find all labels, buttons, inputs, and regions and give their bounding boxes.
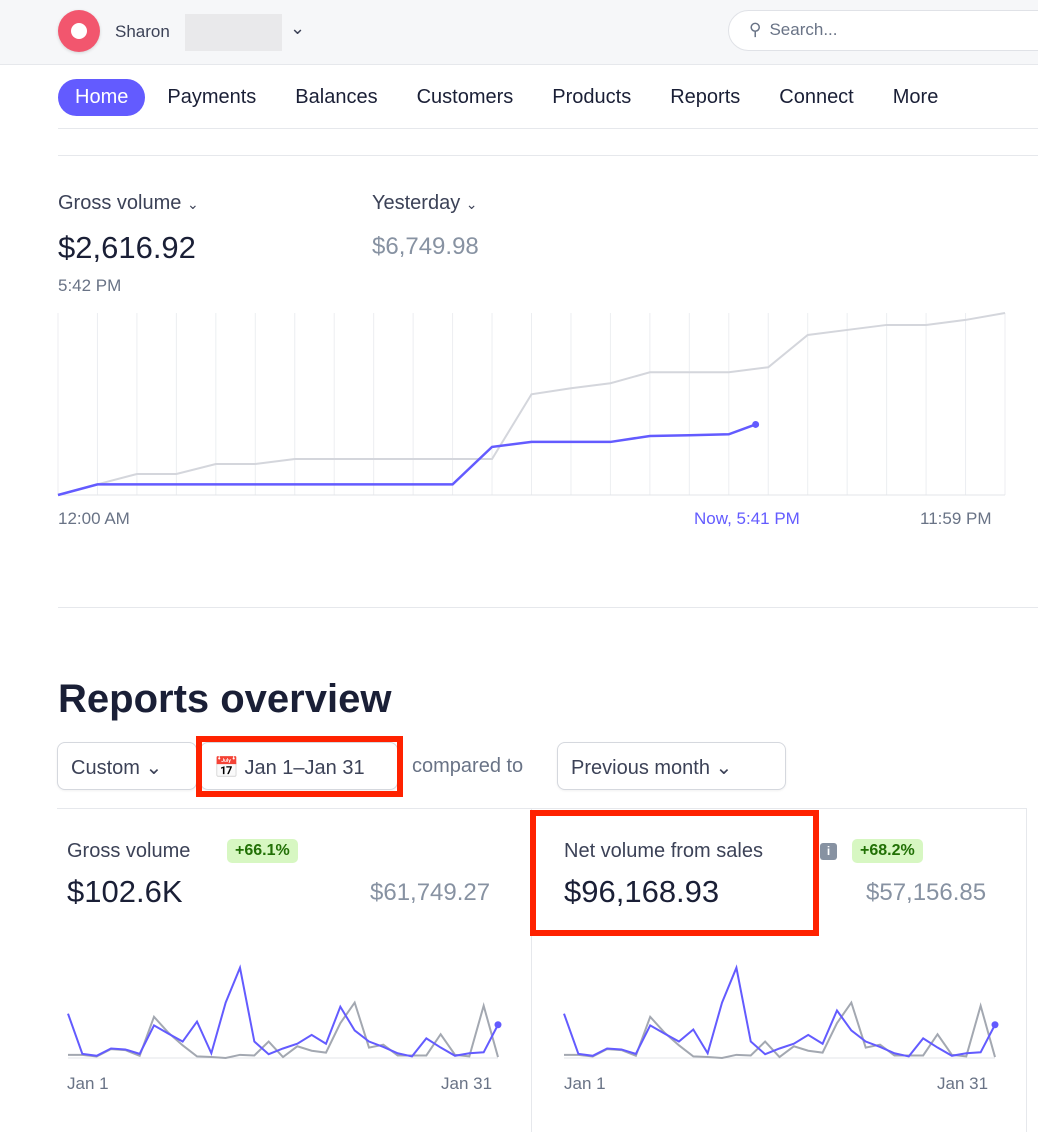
card-previous: $61,749.27 — [370, 879, 491, 906]
change-badge: +68.2% — [852, 839, 923, 863]
x-label-now: Now, 5:41 PM — [694, 509, 800, 528]
x-label-start: Jan 1 — [67, 1074, 109, 1093]
card-value: $102.6K — [67, 874, 183, 909]
divider — [58, 607, 1038, 608]
x-label-end: Jan 31 — [937, 1074, 989, 1093]
card-previous: $57,156.85 — [866, 879, 987, 906]
x-label-end: Jan 31 — [441, 1074, 493, 1093]
change-badge: +66.1% — [227, 839, 298, 863]
current-point — [752, 420, 760, 428]
card-label: Gross volume — [67, 840, 191, 862]
annotation-box-date-range — [196, 736, 403, 797]
x-label-start: Jan 1 — [564, 1074, 606, 1093]
annotation-box-net-volume — [530, 810, 819, 936]
reports-title: Reports overview — [58, 677, 392, 721]
info-icon[interactable]: i — [820, 843, 837, 860]
range-preset-select[interactable]: Custom ⌄ — [57, 742, 197, 790]
x-label-end: 11:59 PM — [920, 509, 992, 528]
card-gross-volume[interactable]: Gross volume +66.1% $102.6K $61,749.27 J… — [57, 808, 531, 1132]
compare-period-select[interactable]: Previous month ⌄ — [557, 742, 786, 790]
compared-to-label: compared to — [412, 755, 524, 777]
x-label-start: 12:00 AM — [58, 509, 130, 528]
